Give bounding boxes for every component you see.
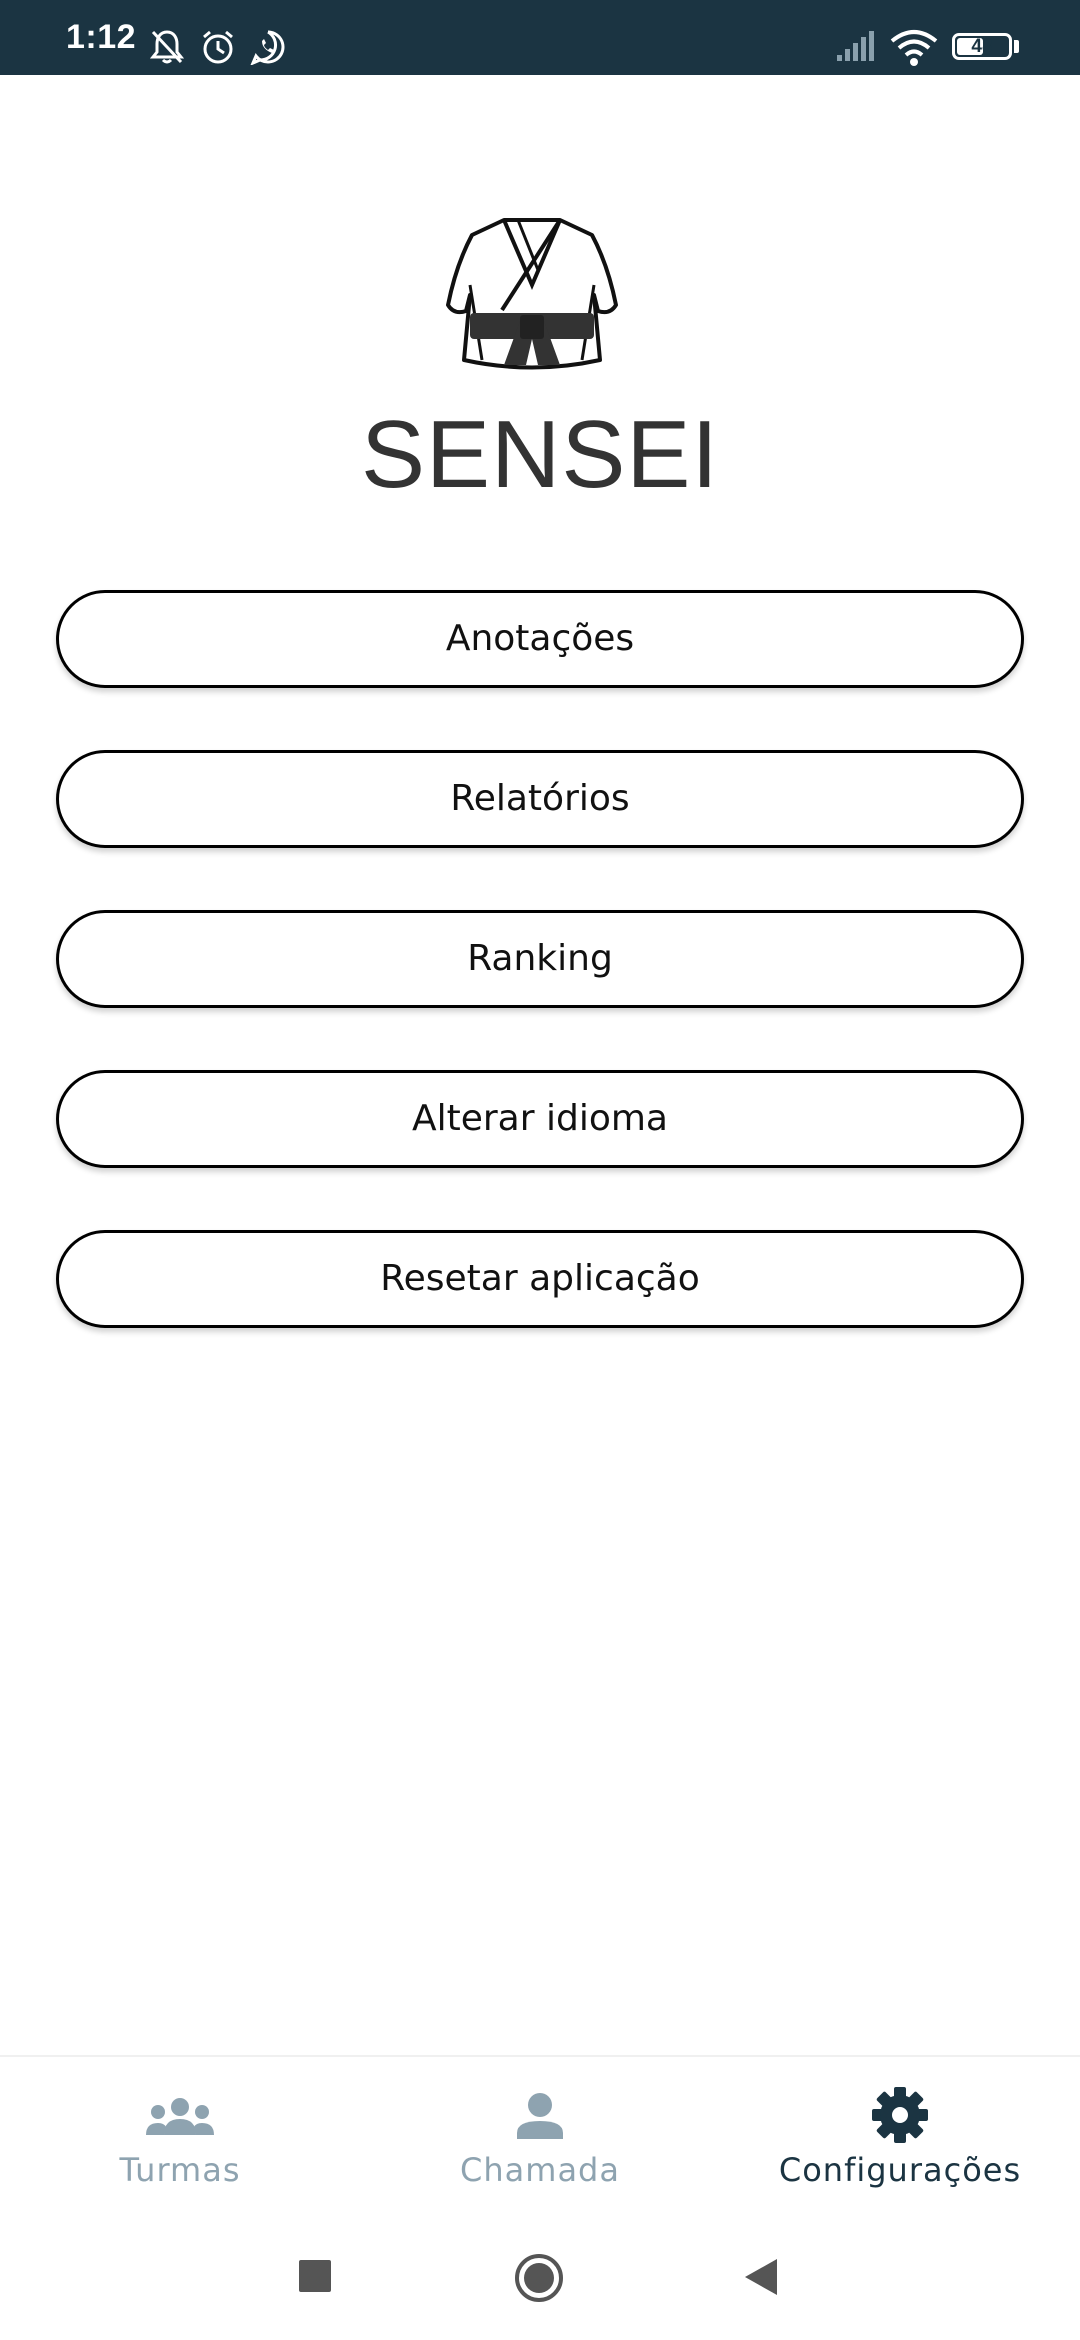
nav-item-turmas[interactable]: Turmas bbox=[0, 2057, 360, 2212]
battery-tip bbox=[1014, 40, 1019, 53]
gear-icon bbox=[872, 2087, 928, 2143]
back-triangle-icon[interactable] bbox=[743, 2257, 779, 2297]
nav-item-chamada[interactable]: Chamada bbox=[360, 2057, 720, 2212]
gi-black-belt-logo bbox=[446, 218, 618, 370]
app-title: SENSEI bbox=[360, 401, 720, 508]
system-navigation bbox=[0, 2212, 1080, 2340]
reports-button[interactable]: Relatórios bbox=[56, 750, 1024, 848]
recents-square-icon[interactable] bbox=[298, 2259, 332, 2293]
status-time: 1:12 bbox=[66, 18, 137, 56]
battery-level: 48 bbox=[971, 36, 993, 57]
group-icon bbox=[146, 2098, 214, 2135]
nav-item-configuracoes[interactable]: Configurações bbox=[720, 2057, 1080, 2212]
wifi-icon bbox=[890, 30, 938, 66]
ranking-button[interactable]: Ranking bbox=[56, 910, 1024, 1008]
signal-icon bbox=[837, 31, 874, 61]
bell-off-icon bbox=[150, 30, 184, 64]
reset-app-button[interactable]: Resetar aplicação bbox=[56, 1230, 1024, 1328]
home-circle-icon[interactable] bbox=[513, 2252, 565, 2304]
whatsapp-icon bbox=[250, 30, 285, 65]
alarm-icon bbox=[203, 30, 233, 64]
change-language-button[interactable]: Alterar idioma bbox=[56, 1070, 1024, 1168]
annotations-button[interactable]: Anotações bbox=[56, 590, 1024, 688]
bottom-navigation: Turmas Chamada Configurações bbox=[0, 2055, 1080, 2214]
status-bar: 1:12 48 bbox=[0, 0, 1080, 75]
nav-label-configuracoes: Configurações bbox=[778, 2151, 1022, 2189]
person-icon bbox=[517, 2093, 563, 2139]
nav-label-turmas: Turmas bbox=[119, 2151, 241, 2189]
nav-label-chamada: Chamada bbox=[460, 2151, 620, 2189]
battery-icon: 48 bbox=[952, 33, 1012, 60]
